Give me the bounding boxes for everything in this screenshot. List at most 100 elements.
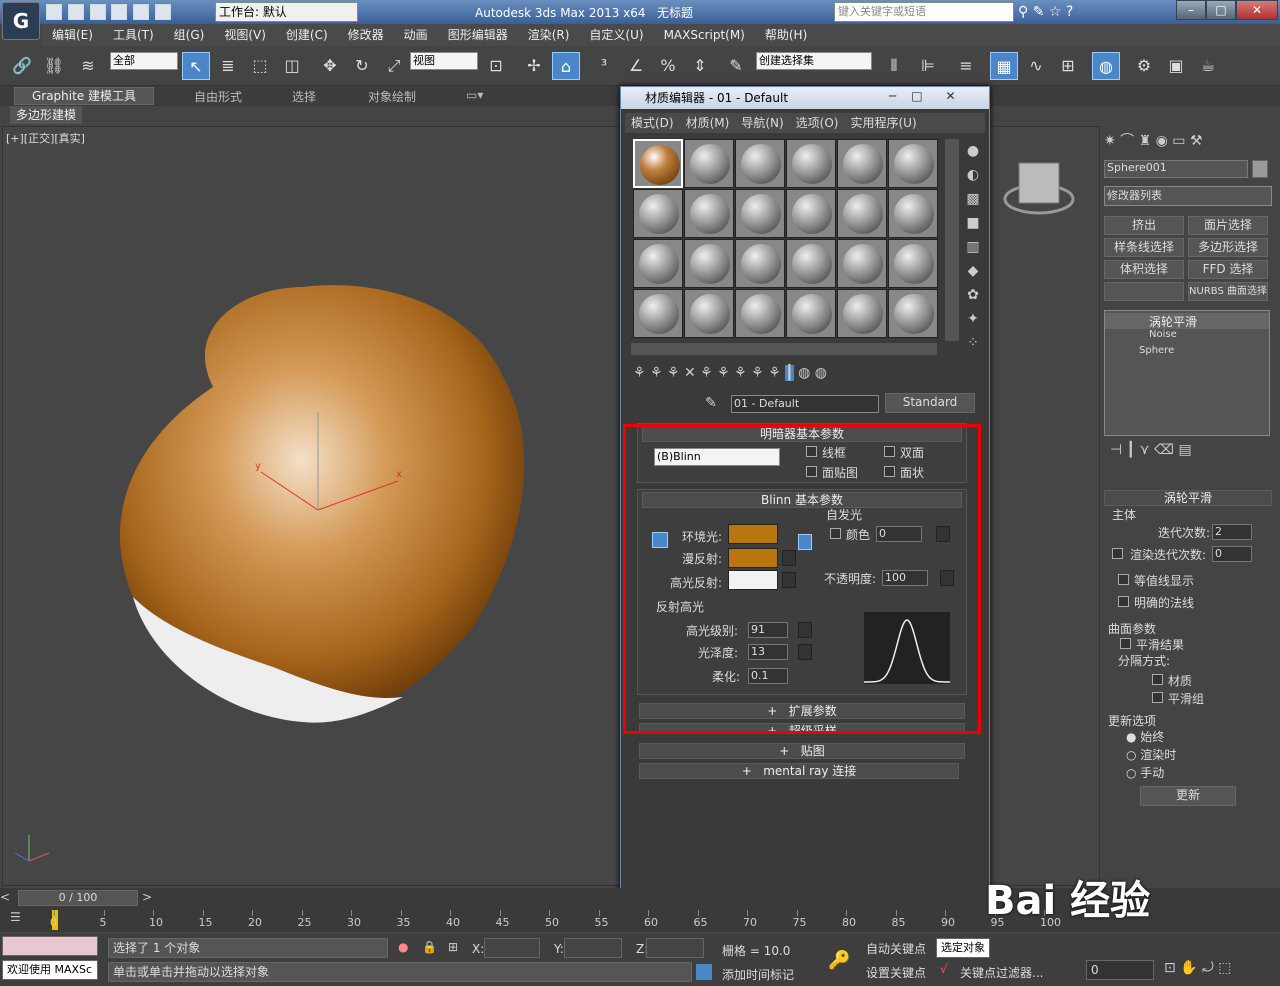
sample-slot[interactable] — [837, 289, 887, 338]
menu-item-4[interactable]: 创建(C) — [276, 24, 338, 46]
modifier-list-select[interactable]: 修改器列表 — [1104, 186, 1272, 206]
sample-slot[interactable] — [888, 289, 938, 338]
sample-slot[interactable] — [684, 239, 734, 288]
sample-slot[interactable] — [735, 289, 785, 338]
sample-slot[interactable] — [684, 139, 734, 188]
sample-slots[interactable] — [633, 139, 939, 341]
ribbon-tab-object-paint[interactable]: 对象绘制 — [368, 88, 416, 105]
key-mode-select[interactable]: 选定对象 — [936, 938, 990, 958]
edit-named-sel-icon[interactable]: ✎ — [722, 52, 750, 80]
open-file-icon[interactable] — [67, 4, 84, 20]
object-color-swatch[interactable] — [1252, 160, 1268, 178]
curve-editor-icon[interactable]: ∿ — [1022, 52, 1050, 80]
transform-type-in-icon[interactable]: ⊞ — [448, 940, 458, 954]
sample-slot[interactable] — [837, 189, 887, 238]
poly-select-button[interactable]: 多边形选择 — [1188, 238, 1268, 257]
sample-slot[interactable] — [633, 189, 683, 238]
isoline-checkbox[interactable] — [1118, 574, 1129, 585]
sample-slot[interactable] — [888, 189, 938, 238]
maxscript-listener-mini[interactable] — [2, 936, 98, 956]
schematic-view-icon[interactable]: ⊞ — [1054, 52, 1082, 80]
ffd-select-button[interactable]: FFD 选择 — [1188, 260, 1268, 279]
set-key-button[interactable]: 设置关键点 — [866, 964, 926, 981]
sample-slot[interactable] — [633, 239, 683, 288]
graphite-toggle-icon[interactable]: ▦ — [990, 52, 1018, 80]
key-filter-icon[interactable]: √ — [940, 962, 948, 976]
menu-item-0[interactable]: 编辑(E) — [42, 24, 103, 46]
select-by-name-icon[interactable]: ≣ — [214, 52, 242, 80]
z-coord-field[interactable] — [646, 938, 704, 958]
always-radio[interactable]: ● 始终 — [1126, 728, 1164, 745]
timeline-ruler[interactable]: 0 5 10 15 20 25 30 35 40 45 50 55 60 65 70 75 80 85 90 95 10… — [50, 910, 1061, 930]
project-folder-icon[interactable] — [155, 4, 172, 20]
material-checkbox[interactable] — [1152, 674, 1163, 685]
nurbs-select-button[interactable]: NURBS 曲面选择 — [1188, 282, 1268, 301]
ref-coord-select[interactable]: 视图 — [410, 52, 478, 70]
stack-item-turbosmooth[interactable]: 涡轮平滑 — [1105, 313, 1269, 329]
material-type-button[interactable]: Standard — [885, 393, 975, 413]
menu-item-8[interactable]: 渲染(R) — [518, 24, 580, 46]
link-icon[interactable]: 🔗 — [8, 52, 36, 80]
ribbon-tab-freeform[interactable]: 自由形式 — [194, 88, 242, 105]
menu-item-11[interactable]: 帮助(H) — [755, 24, 817, 46]
sample-slot[interactable] — [786, 239, 836, 288]
extrude-button[interactable]: 挤出 — [1104, 216, 1184, 235]
window-crossing-icon[interactable]: ◫ — [278, 52, 306, 80]
minimize-button[interactable]: – — [1176, 0, 1206, 20]
material-editor-window-buttons[interactable]: ─ □ ✕ — [885, 89, 985, 107]
menu-item-10[interactable]: MAXScript(M) — [654, 24, 755, 46]
mental-ray-rollout[interactable]: + mental ray 连接 — [639, 763, 959, 779]
object-name-field[interactable]: Sphere001 — [1104, 160, 1248, 178]
sample-slot[interactable] — [837, 139, 887, 188]
render-iters-spinner[interactable]: 0 — [1212, 546, 1252, 562]
spline-select-button[interactable]: 样条线选择 — [1104, 238, 1184, 257]
sample-slot[interactable] — [888, 239, 938, 288]
when-rendering-radio[interactable]: ○ 渲染时 — [1126, 746, 1176, 763]
x-coord-field[interactable] — [484, 938, 540, 958]
align-icon[interactable]: ⊫ — [914, 52, 942, 80]
iterations-spinner[interactable]: 2 — [1212, 524, 1252, 540]
empty-button[interactable] — [1104, 282, 1184, 301]
mat-menu-item-1[interactable]: 材质(M) — [680, 113, 736, 133]
rotate-icon[interactable]: ↻ — [348, 52, 376, 80]
slots-scrollbar[interactable] — [945, 139, 959, 341]
save-file-icon[interactable] — [89, 4, 106, 20]
time-tag-icon[interactable] — [696, 964, 712, 980]
stack-item-noise[interactable]: Noise — [1105, 329, 1269, 345]
side-tools[interactable]: ● ◐ ▩ ■ ▥ ◆ ✿ ✦ ⁘ — [961, 139, 985, 353]
mat-menu-item-0[interactable]: 模式(D) — [625, 113, 680, 133]
isolate-icon[interactable]: ● — [398, 940, 408, 954]
slots-hscrollbar[interactable] — [631, 343, 937, 355]
explicit-normals-checkbox[interactable] — [1118, 596, 1129, 607]
sample-slot[interactable] — [786, 139, 836, 188]
sample-slot[interactable] — [735, 189, 785, 238]
command-panel-tabs[interactable]: ✷ ⌒ ♜ ◉ ▭ ⚒ — [1104, 130, 1276, 152]
mat-menu-item-2[interactable]: 导航(N) — [735, 113, 789, 133]
sample-slot[interactable] — [786, 189, 836, 238]
horizontal-tools[interactable]: ⚘ ⚘ ⚘ ✕ ⚘ ⚘ ⚘ ⚘ ⚘ ┃ ◍ ◍ — [633, 365, 973, 387]
pick-material-icon[interactable]: ✎ — [705, 395, 717, 411]
named-selection-select[interactable]: 创建选择集 — [756, 52, 872, 70]
sample-slot[interactable] — [633, 289, 683, 338]
select-object-icon[interactable]: ↖ — [182, 52, 210, 80]
volume-select-button[interactable]: 体积选择 — [1104, 260, 1184, 279]
modifier-stack[interactable]: 涡轮平滑 Noise Sphere — [1104, 310, 1270, 436]
update-button[interactable]: 更新 — [1140, 786, 1236, 806]
timeline-next-icon[interactable]: > — [142, 890, 158, 906]
keyboard-shortcut-icon[interactable]: ⌂ — [552, 52, 580, 80]
rect-selection-icon[interactable]: ⬚ — [246, 52, 274, 80]
app-logo[interactable]: G — [2, 2, 40, 40]
mat-menu-item-4[interactable]: 实用程序(U) — [844, 113, 922, 133]
selection-filter-select[interactable]: 全部 — [110, 52, 178, 70]
auto-key-button[interactable]: 自动关键点 — [866, 940, 926, 957]
set-key-icon[interactable]: 🔑 — [828, 950, 850, 971]
ribbon-options-icon[interactable]: ▭▾ — [466, 88, 483, 102]
move-icon[interactable]: ✥ — [316, 52, 344, 80]
render-setup-icon[interactable]: ⚙ — [1130, 52, 1158, 80]
smoothing-groups-checkbox[interactable] — [1152, 692, 1163, 703]
snap-toggle-icon[interactable]: ³ — [590, 52, 618, 80]
render-iters-checkbox[interactable] — [1112, 548, 1123, 559]
add-time-tag[interactable]: 添加时间标记 — [722, 966, 794, 983]
stack-item-sphere[interactable]: Sphere — [1105, 345, 1269, 361]
percent-snap-icon[interactable]: % — [654, 52, 682, 80]
